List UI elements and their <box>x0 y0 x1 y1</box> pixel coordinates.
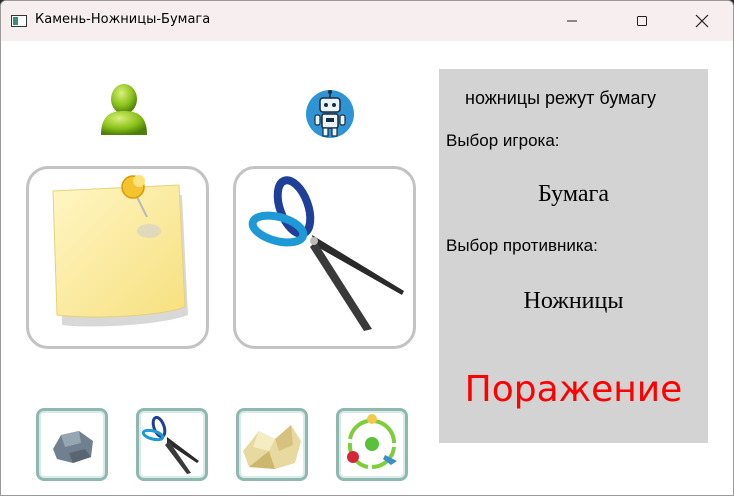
opponent-choice-value: Ножницы <box>523 288 624 314</box>
rock-icon <box>53 431 93 463</box>
scissors-button[interactable] <box>136 408 208 481</box>
random-button[interactable] <box>336 408 408 481</box>
robot-icon <box>306 90 354 138</box>
close-button[interactable] <box>679 1 725 41</box>
result-panel: ножницы режут бумагу Выбор игрока: Бумаг… <box>439 69 708 443</box>
opponent-choice-card <box>233 166 416 349</box>
app-icon <box>11 15 27 27</box>
app-window: Камень-Ножницы-Бумага ножницы режут бума… <box>0 0 734 496</box>
rule-text: ножницы режут бумагу <box>465 88 657 108</box>
paper-note-icon <box>52 175 188 327</box>
cycle-icon <box>347 414 397 470</box>
maximize-icon <box>637 16 647 26</box>
scissors-icon <box>141 415 199 474</box>
paper-icon <box>243 425 301 469</box>
title-bar[interactable]: Камень-Ножницы-Бумага <box>1 1 733 41</box>
player-choice-label: Выбор игрока: <box>446 131 560 150</box>
maximize-button[interactable] <box>619 1 665 41</box>
player-choice-value: Бумага <box>537 181 610 207</box>
rock-button[interactable] <box>36 408 108 481</box>
minimize-button[interactable] <box>549 1 595 41</box>
close-icon <box>695 14 709 28</box>
paper-button[interactable] <box>236 408 308 481</box>
player-choice-card <box>26 166 209 349</box>
minimize-icon <box>567 20 577 22</box>
result-text: Поражение <box>464 369 683 410</box>
user-icon <box>101 84 147 135</box>
opponent-choice-label: Выбор противника: <box>446 236 598 255</box>
window-title: Камень-Ножницы-Бумага <box>35 12 211 27</box>
scissors-icon <box>248 176 404 331</box>
